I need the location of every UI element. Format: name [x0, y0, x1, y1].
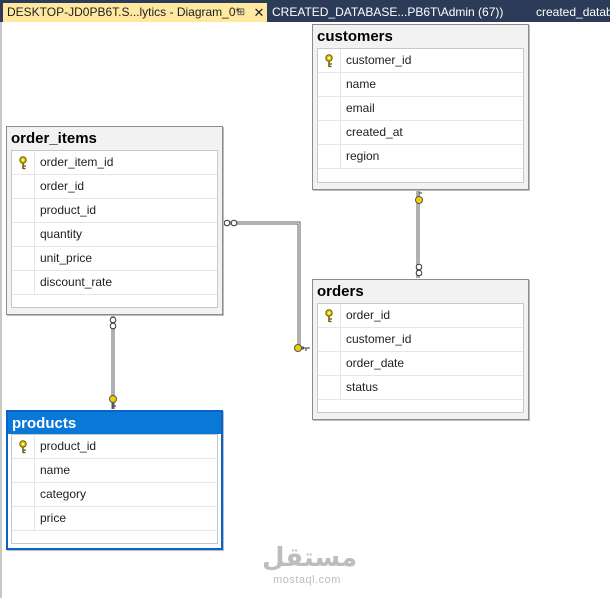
- row-selector[interactable]: [12, 507, 35, 530]
- column-row-unit-price[interactable]: unit_price: [12, 247, 217, 271]
- relationship-order-items-products[interactable]: [109, 314, 117, 409]
- table-orders-title: orders: [317, 283, 364, 300]
- column-row-customer-id[interactable]: customer_id: [318, 49, 523, 73]
- row-selector[interactable]: [318, 121, 341, 144]
- column-name: status: [346, 380, 379, 394]
- column-name: name: [40, 463, 71, 477]
- mostaql-watermark: مستقل mostaql.com: [262, 542, 358, 598]
- row-selector[interactable]: [12, 435, 35, 458]
- table-order-items[interactable]: order_items order_item_id order_id produ…: [6, 126, 223, 315]
- tab-created-datab-query[interactable]: created_datab: [530, 3, 610, 22]
- row-selector[interactable]: [12, 483, 35, 506]
- row-selector[interactable]: [12, 459, 35, 482]
- column-name: email: [346, 101, 375, 115]
- column-row-order-date[interactable]: order_date: [318, 352, 523, 376]
- row-selector[interactable]: [318, 49, 341, 72]
- tab-diagram-label: DESKTOP-JD0PB6T.S...lytics - Diagram_0*: [7, 5, 241, 19]
- row-selector[interactable]: [12, 223, 35, 246]
- column-row-email[interactable]: email: [318, 97, 523, 121]
- primary-key-end-icon: [109, 395, 117, 409]
- column-name: price: [40, 511, 67, 525]
- column-name: order_id: [346, 308, 391, 322]
- infinity-end-icon: [109, 316, 117, 330]
- tab-created-database-label: CREATED_DATABASE...PB6T\Admin (67)): [272, 5, 504, 19]
- table-order-items-columns: order_item_id order_id product_id quanti…: [11, 150, 218, 308]
- column-name: category: [40, 487, 87, 501]
- table-customers-title: customers: [317, 28, 393, 45]
- close-icon[interactable]: ✕: [252, 3, 266, 22]
- column-name: quantity: [40, 227, 83, 241]
- column-name: product_id: [40, 439, 97, 453]
- tab-diagram[interactable]: DESKTOP-JD0PB6T.S...lytics - Diagram_0* …: [3, 3, 267, 22]
- row-selector[interactable]: [12, 199, 35, 222]
- row-selector[interactable]: [318, 376, 341, 399]
- table-products-title: products: [8, 412, 221, 434]
- row-selector[interactable]: [318, 145, 341, 168]
- relationship-orders-customers[interactable]: [415, 190, 423, 278]
- primary-key-icon: [19, 440, 27, 454]
- primary-key-icon: [19, 156, 27, 170]
- column-name: order_item_id: [40, 155, 114, 169]
- relationship-order-items-orders[interactable]: [223, 219, 310, 352]
- column-row-product-id[interactable]: product_id: [12, 435, 217, 459]
- row-selector[interactable]: [12, 175, 35, 198]
- row-selector[interactable]: [318, 328, 341, 351]
- tab-created-database-query[interactable]: CREATED_DATABASE...PB6T\Admin (67)): [267, 3, 522, 22]
- column-row-created-at[interactable]: created_at: [318, 121, 523, 145]
- row-selector[interactable]: [318, 352, 341, 375]
- table-orders-columns: order_id customer_id order_date status: [317, 303, 524, 413]
- primary-key-icon: [325, 309, 333, 323]
- column-name: order_id: [40, 179, 85, 193]
- watermark-arabic-text: مستقل: [262, 543, 358, 573]
- column-name: order_date: [346, 356, 405, 370]
- table-customers[interactable]: customers customer_id name email created…: [312, 24, 529, 190]
- primary-key-end-icon: [294, 344, 310, 352]
- pin-icon[interactable]: ⊞: [234, 3, 248, 22]
- column-name: unit_price: [40, 251, 93, 265]
- column-name: discount_rate: [40, 275, 113, 289]
- column-row-discount-rate[interactable]: discount_rate: [12, 271, 217, 295]
- column-name: name: [346, 77, 377, 91]
- column-name: region: [346, 149, 380, 163]
- column-name: customer_id: [346, 53, 412, 67]
- tab-created-datab-label: created_datab: [536, 5, 610, 19]
- diagram-canvas[interactable]: customers customer_id name email created…: [0, 22, 610, 598]
- column-name: product_id: [40, 203, 97, 217]
- column-row-name[interactable]: name: [318, 73, 523, 97]
- table-customers-columns: customer_id name email created_at region: [317, 48, 524, 183]
- table-products-columns: product_id name category price: [11, 434, 218, 544]
- row-selector[interactable]: [318, 73, 341, 96]
- column-row-order-item-id[interactable]: order_item_id: [12, 151, 217, 175]
- row-selector[interactable]: [12, 247, 35, 270]
- column-row-category[interactable]: category: [12, 483, 217, 507]
- column-row-price[interactable]: price: [12, 507, 217, 531]
- column-row-customer-id[interactable]: customer_id: [318, 328, 523, 352]
- watermark-latin-text: mostaql.com: [273, 574, 341, 586]
- column-row-product-id[interactable]: product_id: [12, 199, 217, 223]
- row-selector[interactable]: [318, 304, 341, 327]
- table-orders[interactable]: orders order_id customer_id order_date s…: [312, 279, 529, 420]
- column-row-region[interactable]: region: [318, 145, 523, 169]
- column-row-name[interactable]: name: [12, 459, 217, 483]
- column-name: created_at: [346, 125, 403, 139]
- column-row-order-id[interactable]: order_id: [12, 175, 217, 199]
- column-row-order-id[interactable]: order_id: [318, 304, 523, 328]
- table-order-items-title: order_items: [11, 130, 97, 147]
- document-tab-strip: DESKTOP-JD0PB6T.S...lytics - Diagram_0* …: [0, 0, 610, 22]
- column-row-quantity[interactable]: quantity: [12, 223, 217, 247]
- table-products[interactable]: products product_id name category price: [6, 410, 223, 550]
- row-selector[interactable]: [12, 271, 35, 294]
- row-selector[interactable]: [318, 97, 341, 120]
- row-selector[interactable]: [12, 151, 35, 174]
- column-row-status[interactable]: status: [318, 376, 523, 400]
- primary-key-icon: [325, 54, 333, 68]
- column-name: customer_id: [346, 332, 412, 346]
